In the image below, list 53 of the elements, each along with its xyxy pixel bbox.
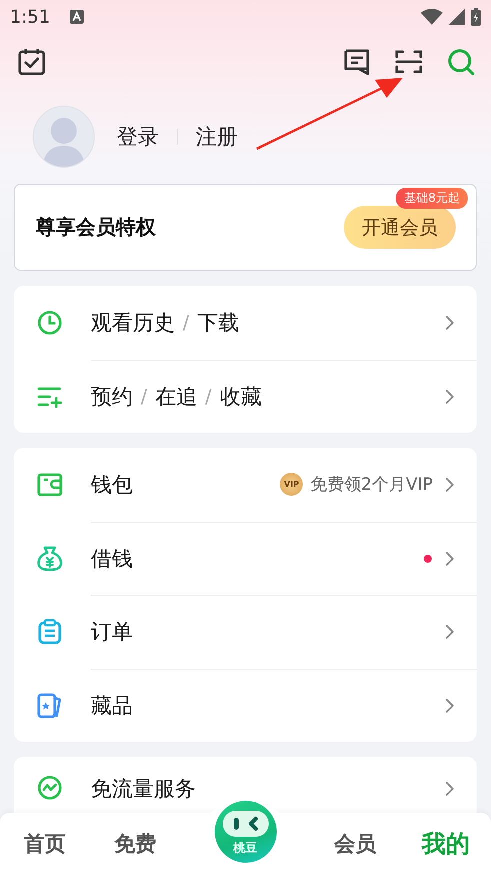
separator-slash: / [183,312,190,334]
money-bag-icon [37,546,63,572]
price-badge: 基础8元起 [396,188,468,209]
vip-coin-badge: VIP [280,473,304,496]
mascot-face-icon [222,810,268,836]
chevron-icon [445,388,455,405]
menu-label: 预约 [91,384,133,411]
battery-icon [471,8,481,26]
menu-label: 借钱 [91,546,133,573]
calendar-check-icon[interactable] [18,48,46,76]
vip-title: 尊享会员特权 [36,214,157,241]
signal-icon [449,9,465,25]
open-vip-button[interactable]: 开通会员 [344,206,456,249]
search-icon[interactable] [447,48,475,76]
menu-label: 下载 [197,310,240,337]
wallet-icon [37,472,63,497]
menu-item[interactable]: 借钱 [91,522,477,595]
notification-icon [70,10,84,24]
wave-circle-icon [37,775,63,801]
status-time: 1:51 [10,6,50,28]
nav-tab[interactable]: 会员 [310,830,401,858]
chevron-icon [445,624,455,640]
card-star-icon [37,692,63,719]
nav-tab[interactable]: 免费 [90,830,180,858]
message-icon[interactable] [343,49,371,75]
separator-slash: / [205,386,212,408]
menu-item[interactable]: 订单 [91,595,477,668]
clock-icon [37,310,63,336]
separator-slash: / [141,386,148,408]
login-link[interactable]: 登录 [117,123,159,151]
menu-label: 订单 [91,619,133,646]
wifi-icon [421,9,443,25]
promo-text: 免费领2个月VIP [310,474,433,496]
chevron-icon [445,314,455,331]
nav-tab[interactable]: 首页 [0,830,90,858]
menu-item[interactable]: 预约 / 在追 / 收藏 [91,360,477,433]
chevron-icon [445,698,455,714]
scan-icon[interactable] [395,49,423,75]
menu-item[interactable]: 观看历史 / 下载 [91,286,477,360]
menu-label: 收藏 [220,384,262,411]
list-add-icon [37,386,63,408]
menu-item[interactable]: 藏品 [91,668,477,742]
chevron-icon [445,781,455,797]
menu-label: 藏品 [91,692,133,720]
menu-label: 观看历史 [91,310,175,337]
menu-label: 免流量服务 [91,778,196,801]
menu-label: 钱包 [91,472,133,499]
menu-item[interactable]: 钱包 VIP 免费领2个月VIP [91,448,477,522]
menu-label: 在追 [155,384,198,411]
register-link[interactable]: 注册 [196,123,238,151]
chevron-icon [445,550,455,567]
chevron-icon [445,476,455,493]
clipboard-icon [38,619,62,646]
